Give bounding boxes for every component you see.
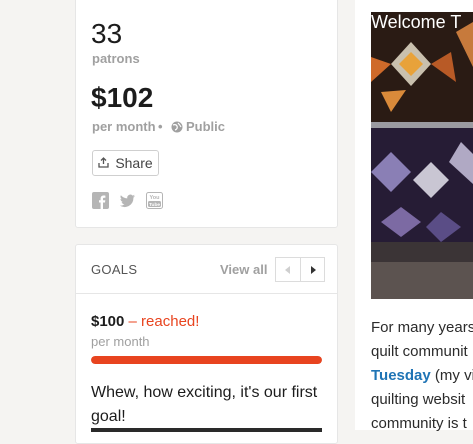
goals-header: GOALS View all	[76, 245, 337, 294]
video-title: Welcome T	[371, 12, 462, 32]
goal-progress-fill	[91, 356, 322, 364]
about-line-5: community is t	[371, 415, 467, 432]
patron-count: 33	[91, 18, 123, 49]
amount-period: per month	[92, 119, 156, 134]
stats-card: 33 patrons $102 per month • Public Share…	[75, 0, 338, 228]
goal-amount: $100	[91, 313, 125, 330]
facebook-icon[interactable]	[92, 192, 109, 209]
goal-period: per month	[91, 334, 150, 349]
chevron-right-icon	[310, 261, 316, 279]
share-icon	[98, 155, 109, 171]
goal-description: Whew, how exciting, it's our first goal!	[91, 384, 318, 425]
globe-icon	[171, 120, 183, 133]
prev-goal-button[interactable]	[275, 257, 300, 282]
about-line-4: quilting websit	[371, 391, 466, 408]
about-line-3: Tuesday (my vi	[371, 364, 473, 388]
patron-label: patrons	[92, 51, 140, 66]
quilt-thumbnail	[371, 12, 473, 299]
goal-progress-bar	[91, 356, 322, 364]
youtube-icon[interactable]: You Tube	[146, 192, 163, 209]
goals-card: GOALS View all $100 – reached! per month…	[75, 244, 338, 444]
tuesday-link[interactable]: Tuesday	[371, 367, 431, 384]
about-line-1: For many years	[371, 319, 473, 336]
goal-status: – reached!	[128, 313, 200, 330]
goals-title: GOALS	[91, 262, 138, 277]
main-content: Welcome T For many years quilt communit …	[355, 0, 473, 432]
social-links: You Tube	[92, 192, 163, 209]
about-text: For many years quilt communit Tuesday (m…	[371, 316, 473, 436]
intro-video[interactable]	[371, 12, 473, 299]
monthly-amount: $102	[91, 82, 154, 113]
next-goal-button[interactable]	[300, 257, 325, 282]
visibility-label: Public	[186, 119, 226, 134]
twitter-icon[interactable]	[119, 192, 136, 209]
goal-image-top	[91, 428, 322, 432]
chevron-left-icon	[285, 261, 291, 279]
about-line-2: quilt communit	[371, 343, 468, 360]
about-line-3-rest: (my vi	[430, 367, 473, 384]
svg-text:Tube: Tube	[149, 202, 160, 208]
view-all-link[interactable]: View all	[220, 262, 267, 277]
share-label: Share	[115, 155, 153, 171]
separator-dot: •	[158, 119, 163, 134]
svg-text:You: You	[150, 195, 160, 201]
goal-heading: $100 – reached!	[91, 313, 199, 330]
share-button[interactable]: Share	[92, 150, 159, 176]
